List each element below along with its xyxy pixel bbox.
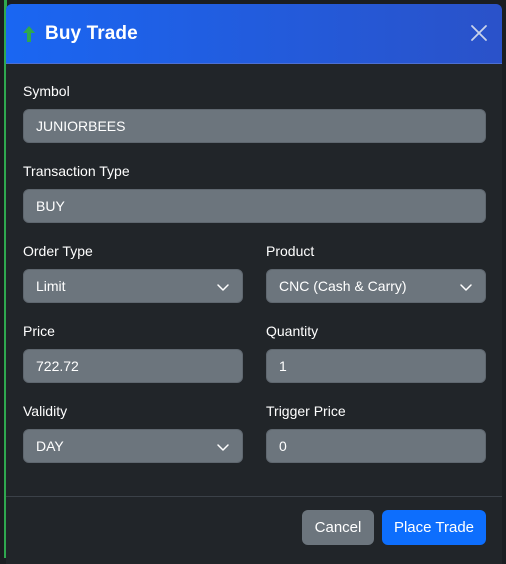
close-icon [471, 25, 487, 41]
order-type-select[interactable]: Limit [23, 269, 243, 303]
trigger-price-label: Trigger Price [266, 403, 346, 419]
symbol-label: Symbol [23, 83, 70, 99]
product-select[interactable]: CNC (Cash & Carry) [266, 269, 486, 303]
cancel-button[interactable]: Cancel [302, 510, 374, 545]
trigger-price-value: 0 [279, 438, 287, 454]
order-type-label: Order Type [23, 243, 93, 259]
transaction-type-input[interactable]: BUY [23, 189, 486, 223]
price-label: Price [23, 323, 55, 339]
quantity-input[interactable]: 1 [266, 349, 486, 383]
validity-value: DAY [36, 438, 64, 454]
chevron-down-icon [460, 284, 472, 291]
symbol-value: JUNIORBEES [36, 118, 126, 134]
modal-body: Symbol JUNIORBEES Transaction Type BUY O… [6, 64, 502, 497]
price-value: 722.72 [36, 358, 79, 374]
quantity-value: 1 [279, 358, 287, 374]
trigger-price-input[interactable]: 0 [266, 429, 486, 463]
transaction-type-value: BUY [36, 198, 65, 214]
chevron-down-icon [217, 284, 229, 291]
arrow-up-icon [22, 25, 36, 43]
modal-footer: Cancel Place Trade [6, 497, 502, 564]
symbol-input[interactable]: JUNIORBEES [23, 109, 486, 143]
close-button[interactable] [468, 22, 490, 44]
price-input[interactable]: 722.72 [23, 349, 243, 383]
product-value: CNC (Cash & Carry) [279, 278, 407, 294]
buy-trade-modal: Buy Trade Symbol JUNIORBEES Transaction … [6, 4, 502, 564]
modal-header: Buy Trade [6, 4, 502, 64]
place-trade-button[interactable]: Place Trade [382, 510, 486, 545]
modal-title: Buy Trade [45, 22, 138, 44]
validity-label: Validity [23, 403, 68, 419]
quantity-label: Quantity [266, 323, 319, 339]
title-wrap: Buy Trade [22, 23, 138, 45]
chevron-down-icon [217, 444, 229, 451]
transaction-type-label: Transaction Type [23, 163, 130, 179]
order-type-value: Limit [36, 278, 66, 294]
product-label: Product [266, 243, 315, 259]
validity-select[interactable]: DAY [23, 429, 243, 463]
